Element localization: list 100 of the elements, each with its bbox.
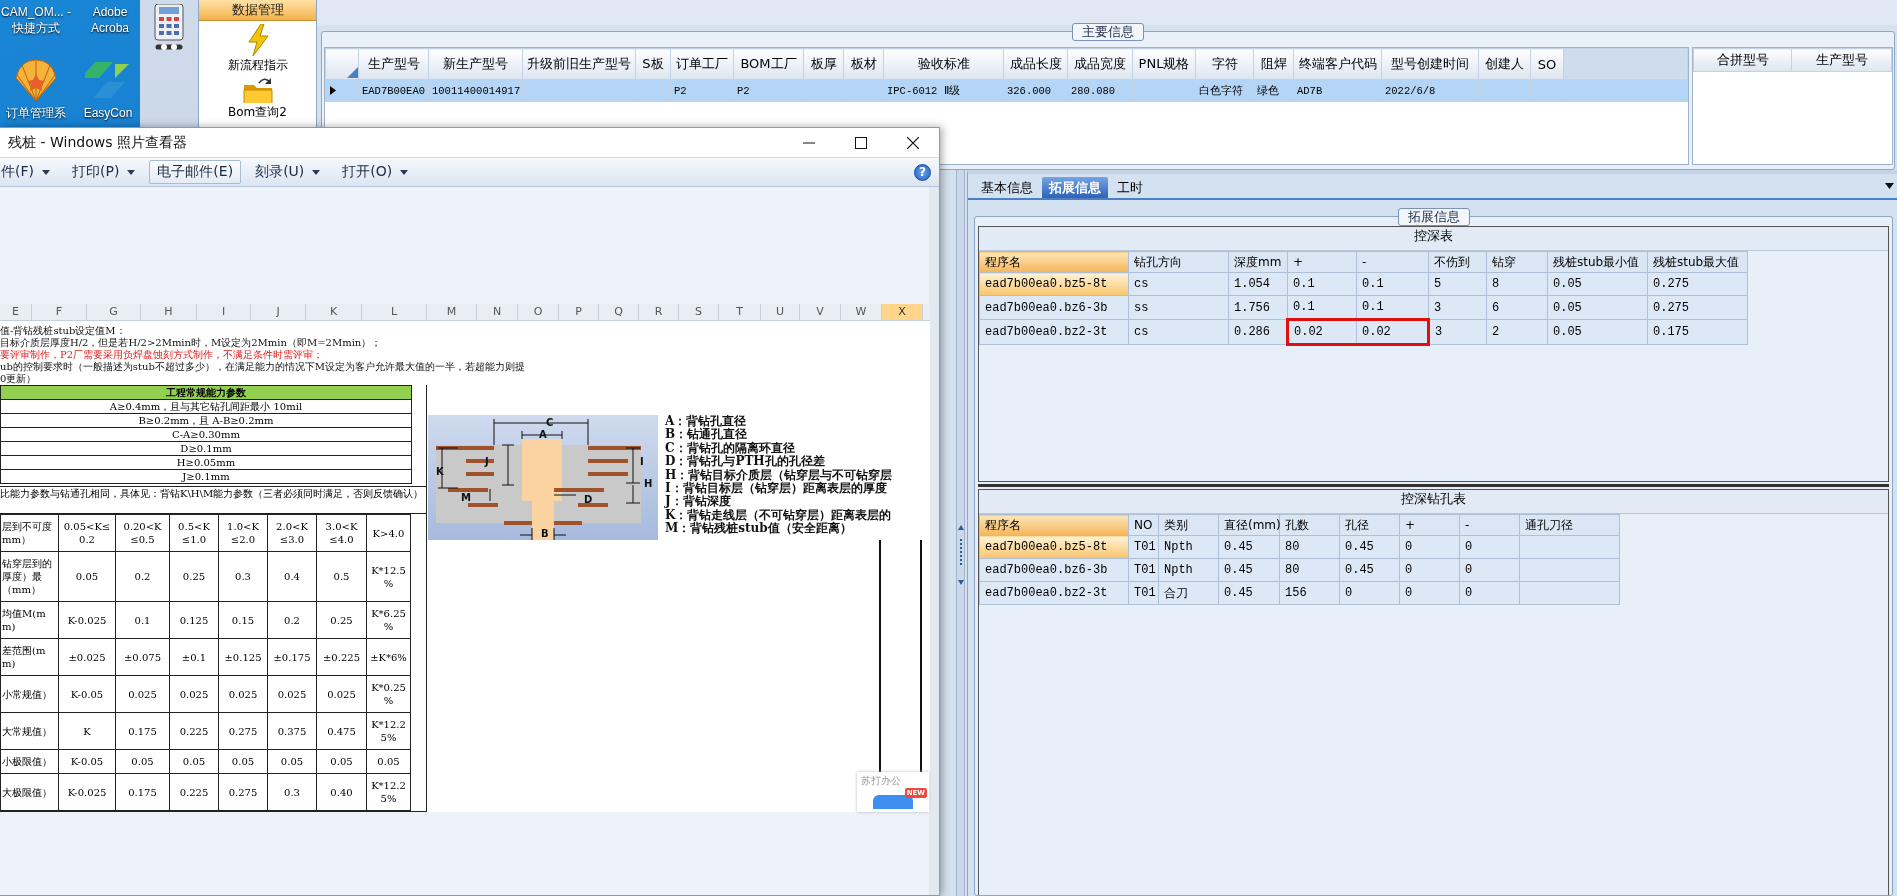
tab[interactable]: 基本信息: [974, 177, 1040, 198]
note-text: 比能力参数与钻通孔相同，具体见：背钻K\H\M能力参数（三者必须同时满足，否则反馈确认）: [0, 486, 426, 514]
column-letter[interactable]: Q: [599, 304, 639, 320]
column-header[interactable]: 验收标准: [883, 48, 1004, 80]
column-letter[interactable]: F: [32, 304, 87, 320]
column-letter[interactable]: X: [882, 304, 923, 320]
column-header[interactable]: +: [1399, 514, 1460, 536]
column-letter[interactable]: G: [87, 304, 141, 320]
column-header[interactable]: -: [1459, 514, 1520, 536]
column-header[interactable]: 钻孔方向: [1128, 251, 1229, 273]
splitter-grip-icon[interactable]: [957, 525, 964, 585]
column-header[interactable]: 程序名: [979, 251, 1129, 273]
column-header[interactable]: 通孔刀径: [1519, 514, 1620, 536]
column-letter[interactable]: U: [761, 304, 800, 320]
column-header[interactable]: 生产型号: [1791, 48, 1892, 72]
column-header[interactable]: 残桩stub最小值: [1547, 251, 1648, 273]
desktop-shortcut[interactable]: Adobe Acroba: [84, 4, 136, 36]
dimension-label: H: [644, 478, 653, 489]
table-cell: K-0.05: [58, 675, 116, 713]
dimension-label: A: [539, 429, 547, 440]
table-cell: ±0.125: [218, 638, 268, 676]
column-header[interactable]: 残桩stub最大值: [1647, 251, 1748, 273]
group-title: 拓展信息: [1397, 208, 1470, 226]
menu-button[interactable]: 电子邮件(E): [149, 160, 242, 184]
tab[interactable]: 工时: [1110, 177, 1150, 198]
column-header[interactable]: 阻焊: [1253, 48, 1294, 80]
column-letter[interactable]: L: [362, 304, 427, 320]
column-header[interactable]: 钻穿: [1486, 251, 1548, 273]
column-letter[interactable]: I: [197, 304, 251, 320]
table-cell: 0.05: [267, 749, 317, 774]
table-cell: K*12.2 5%: [366, 773, 411, 811]
column-header[interactable]: 板材: [843, 48, 884, 80]
column-header[interactable]: S板: [635, 48, 671, 80]
dropdown-caret-icon[interactable]: [1885, 183, 1894, 189]
column-header[interactable]: PNL规格: [1132, 48, 1196, 80]
column-letter[interactable]: K: [306, 304, 362, 320]
column-letter[interactable]: M: [427, 304, 477, 320]
table-cell: 0.1: [115, 601, 170, 639]
table-cell: K>4.0: [366, 514, 411, 552]
desktop-shortcut[interactable]: CAM_OM... - 快捷方式: [0, 4, 72, 36]
column-header[interactable]: +: [1287, 251, 1357, 273]
table-cell: ±0.1: [169, 638, 219, 676]
column-header[interactable]: SO: [1530, 48, 1564, 80]
desktop-shortcut[interactable]: 订单管理系: [2, 58, 70, 121]
legend-text: H：背钻目标介质层（钻穿层与不可钻穿层: [665, 468, 893, 482]
table-cell: 0.25: [316, 601, 367, 639]
table-cell: B≥0.2mm，且 A-B≥0.2mm: [0, 413, 412, 428]
table-cell: 0.4: [267, 551, 317, 602]
column-header[interactable]: -: [1356, 251, 1429, 273]
table-cell: 小常规值）: [0, 675, 59, 713]
table-cell: 0.20<K ≤0.5: [115, 514, 170, 552]
column-header[interactable]: 合拼型号: [1693, 48, 1792, 72]
tab[interactable]: 拓展信息: [1042, 177, 1108, 198]
column-letter[interactable]: J: [251, 304, 306, 320]
column-header[interactable]: 成品长度: [1003, 48, 1068, 80]
table-cell: ead7b00ea0.bz6-3b: [979, 558, 1129, 582]
column-header[interactable]: 订单工厂: [670, 48, 734, 80]
table-cell: 0.40: [316, 773, 367, 811]
desktop-shortcut[interactable]: EasyCon: [82, 58, 134, 121]
column-header[interactable]: 终端客户代码: [1293, 48, 1382, 80]
column-letter[interactable]: O: [518, 304, 559, 320]
menu-button[interactable]: 刻录(U): [247, 160, 329, 184]
table-cell: ead7b00ea0.bz6-3b: [979, 295, 1129, 320]
table-cell: 0.05: [316, 749, 367, 774]
column-header[interactable]: 型号创建时间: [1381, 48, 1479, 80]
column-letter[interactable]: P: [559, 304, 599, 320]
column-header[interactable]: 类别: [1158, 514, 1219, 536]
column-header[interactable]: 孔数: [1279, 514, 1340, 536]
column-header[interactable]: 板厚: [803, 48, 844, 80]
nav-item[interactable]: Bom查询2: [224, 75, 291, 119]
column-header[interactable]: 创建人: [1478, 48, 1531, 80]
column-header[interactable]: BOM工厂: [733, 48, 804, 80]
note-text: 0更新）: [0, 373, 38, 385]
column-letter[interactable]: H: [141, 304, 197, 320]
menu-button[interactable]: 件(F): [0, 160, 58, 184]
caret-icon: [127, 169, 136, 175]
column-header[interactable]: 字符: [1195, 48, 1254, 80]
column-letter[interactable]: R: [639, 304, 679, 320]
column-header[interactable]: 程序名: [979, 514, 1129, 536]
column-header[interactable]: 成品宽度: [1067, 48, 1133, 80]
column-header[interactable]: 新生产型号: [428, 48, 523, 80]
nav-item[interactable]: 新流程指示: [223, 24, 292, 72]
column-letter[interactable]: N: [477, 304, 518, 320]
column-header[interactable]: 升级前旧生产型号: [522, 48, 636, 80]
column-letter[interactable]: V: [800, 304, 841, 320]
column-header[interactable]: 孔径: [1339, 514, 1400, 536]
column-letter[interactable]: E: [0, 304, 32, 320]
column-header[interactable]: 深度mm: [1228, 251, 1288, 273]
menu-button[interactable]: 打开(O): [334, 160, 417, 184]
column-header[interactable]: 直径(mm): [1218, 514, 1280, 536]
table-cell: cs: [1128, 319, 1229, 345]
column-header[interactable]: 生产型号: [358, 48, 429, 80]
table-cell: 0.025: [218, 675, 268, 713]
table-cell: 0.175: [115, 712, 170, 750]
column-header[interactable]: 不伤到: [1428, 251, 1487, 273]
column-letter[interactable]: T: [719, 304, 761, 320]
dimension-label: J: [485, 456, 489, 467]
column-header[interactable]: NO: [1128, 514, 1159, 536]
column-letter[interactable]: S: [679, 304, 719, 320]
menu-button[interactable]: 打印(P): [64, 160, 144, 184]
